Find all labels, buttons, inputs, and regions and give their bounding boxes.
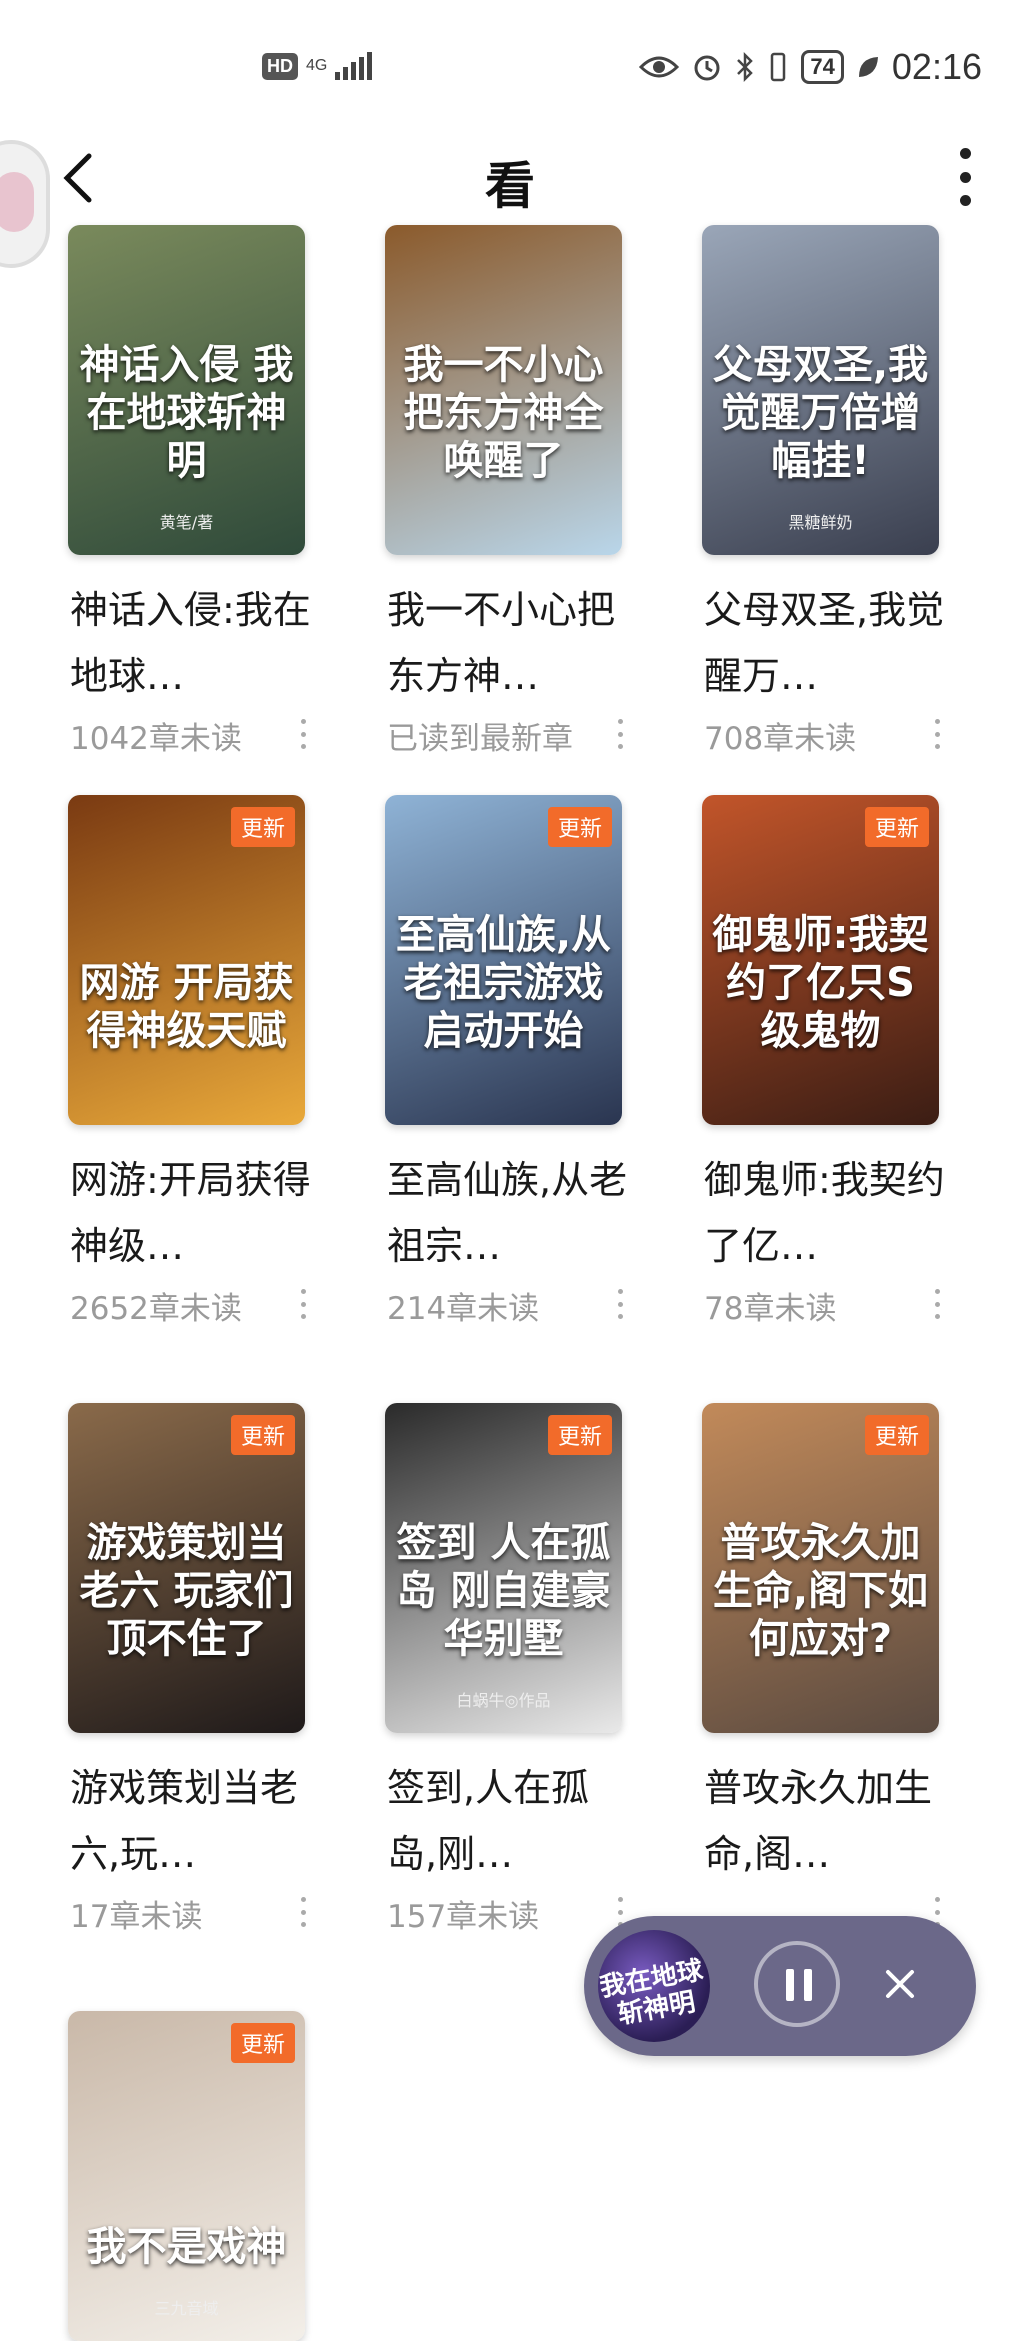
book-cover-title: 父母双圣,我觉醒万倍增幅挂! — [712, 342, 929, 484]
book-read-status: 78章未读 — [704, 1291, 837, 1327]
book-cover[interactable]: 御鬼师:我契约了亿只S级鬼物 更新 — [702, 795, 939, 1125]
player-cover-thumbnail[interactable]: 我在地球斩神明 — [598, 1930, 710, 2042]
pause-button[interactable] — [754, 1941, 840, 2027]
update-badge: 更新 — [864, 807, 929, 847]
close-icon[interactable] — [868, 1952, 932, 2016]
book-more-icon[interactable] — [935, 1289, 943, 1319]
book-cover-author: 白蜗牛◎作品 — [456, 1691, 551, 1710]
book-title[interactable]: 我一不小心把东方神… — [387, 577, 637, 709]
book-cover[interactable]: 网游 开局获得神级天赋 更新 — [68, 795, 305, 1125]
book-cover[interactable]: 我一不小心把东方神全唤醒了 — [385, 225, 622, 555]
book-cover[interactable]: 神话入侵 我在地球斩神明黄笔/著 — [68, 225, 305, 555]
book-cover[interactable]: 签到 人在孤岛 刚自建豪华别墅白蜗牛◎作品 更新 — [385, 1403, 622, 1733]
update-badge: 更新 — [864, 1415, 929, 1455]
book-cover-author: 黑糖鲜奶 — [788, 513, 853, 532]
book-more-icon[interactable] — [935, 719, 943, 749]
book-title[interactable]: 父母双圣,我觉醒万… — [704, 577, 954, 709]
book-title[interactable]: 神话入侵:我在地球… — [70, 577, 320, 709]
book-read-status: 157章未读 — [387, 1899, 540, 1935]
book-cover[interactable]: 我不是戏神三九音域 更新 — [68, 2011, 305, 2341]
book-title[interactable]: 至高仙族,从老祖宗… — [387, 1147, 637, 1279]
book-read-status: 708章未读 — [704, 721, 857, 757]
book-cover[interactable]: 父母双圣,我觉醒万倍增幅挂! 黑糖鲜奶 — [702, 225, 939, 555]
book-read-status: 17章未读 — [70, 1899, 203, 1935]
update-badge: 更新 — [547, 1415, 612, 1455]
book-title[interactable]: 签到,人在孤岛,刚… — [387, 1755, 637, 1887]
player-thumb-text: 我在地球斩神明 — [598, 1955, 706, 2031]
book-cover-title: 我不是戏神 — [86, 2224, 287, 2270]
book-more-icon[interactable] — [618, 719, 626, 749]
book-cover[interactable]: 至高仙族,从老祖宗游戏启动开始 更新 — [385, 795, 622, 1125]
book-more-icon[interactable] — [301, 1289, 309, 1319]
book-grid: 神话入侵 我在地球斩神明黄笔/著神话入侵:我在地球… 1042章未读 我一不小心把东… — [0, 0, 1020, 2341]
update-badge: 更新 — [230, 807, 295, 847]
book-title[interactable]: 御鬼师:我契约了亿… — [704, 1147, 954, 1279]
book-cover-author: 三九音域 — [154, 2299, 219, 2318]
book-cover-title: 游戏策划当老六 玩家们顶不住了 — [79, 1520, 294, 1662]
book-read-status: 已读到最新章 — [387, 721, 573, 757]
book-read-status: 214章未读 — [387, 1291, 540, 1327]
book-more-icon[interactable] — [301, 719, 309, 749]
book-title[interactable]: 游戏策划当老六,玩… — [70, 1755, 320, 1887]
book-title[interactable]: 普攻永久加生命,阁… — [704, 1755, 954, 1887]
book-cover-title: 普攻永久加生命,阁下如何应对? — [712, 1520, 929, 1662]
book-read-status: 2652章未读 — [70, 1291, 242, 1327]
book-read-status: 1042章未读 — [70, 721, 242, 757]
book-cover-title: 签到 人在孤岛 刚自建豪华别墅 — [396, 1520, 611, 1662]
book-cover-title: 网游 开局获得神级天赋 — [79, 960, 294, 1054]
book-cover-title: 御鬼师:我契约了亿只S级鬼物 — [712, 912, 929, 1054]
book-cover-title: 神话入侵 我在地球斩神明 — [79, 342, 294, 484]
update-badge: 更新 — [547, 807, 612, 847]
book-cover-title: 我一不小心把东方神全唤醒了 — [403, 342, 604, 484]
book-cover-title: 至高仙族,从老祖宗游戏启动开始 — [395, 912, 612, 1054]
book-cover-author: 黄笔/著 — [159, 513, 214, 532]
book-more-icon[interactable] — [301, 1897, 309, 1927]
book-cover[interactable]: 游戏策划当老六 玩家们顶不住了 更新 — [68, 1403, 305, 1733]
update-badge: 更新 — [230, 2023, 295, 2063]
audio-mini-player[interactable]: 我在地球斩神明 — [584, 1916, 976, 2056]
update-badge: 更新 — [230, 1415, 295, 1455]
book-more-icon[interactable] — [618, 1289, 626, 1319]
book-title[interactable]: 网游:开局获得神级… — [70, 1147, 320, 1279]
book-cover[interactable]: 普攻永久加生命,阁下如何应对? 更新 — [702, 1403, 939, 1733]
